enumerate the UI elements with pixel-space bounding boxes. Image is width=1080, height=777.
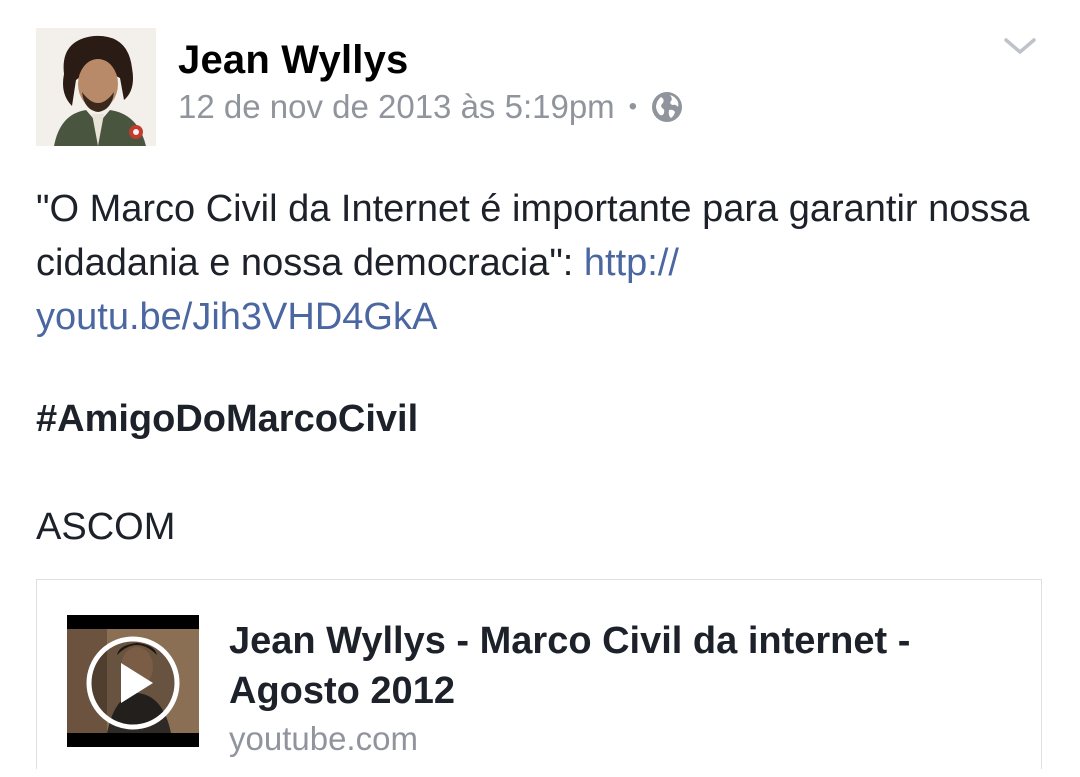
- globe-icon: [651, 91, 683, 123]
- author-name[interactable]: Jean Wyllys: [178, 38, 408, 83]
- feed-post: Jean Wyllys 12 de nov de 2013 às 5:19pm …: [0, 0, 1080, 777]
- hashtag-link[interactable]: #AmigoDoMarcoCivil: [36, 398, 418, 441]
- link-card-title[interactable]: Jean Wyllys - Marco Civil da internet - …: [229, 616, 1009, 716]
- post-signoff: ASCOM: [36, 506, 176, 548]
- chevron-down-icon[interactable]: [1000, 30, 1040, 60]
- link-preview-card[interactable]: Jean Wyllys - Marco Civil da internet - …: [36, 579, 1042, 769]
- play-icon: [86, 636, 180, 730]
- post-body: "O Marco Civil da Internet é importante …: [36, 182, 1046, 344]
- meta-separator: •: [628, 93, 638, 120]
- post-timestamp[interactable]: 12 de nov de 2013 às 5:19pm: [178, 88, 615, 126]
- link-card-domain: youtube.com: [229, 720, 418, 757]
- post-meta: 12 de nov de 2013 às 5:19pm •: [178, 88, 683, 126]
- video-thumbnail[interactable]: [67, 615, 199, 747]
- post-text: "O Marco Civil da Internet é importante …: [36, 188, 1030, 284]
- avatar[interactable]: [36, 28, 156, 146]
